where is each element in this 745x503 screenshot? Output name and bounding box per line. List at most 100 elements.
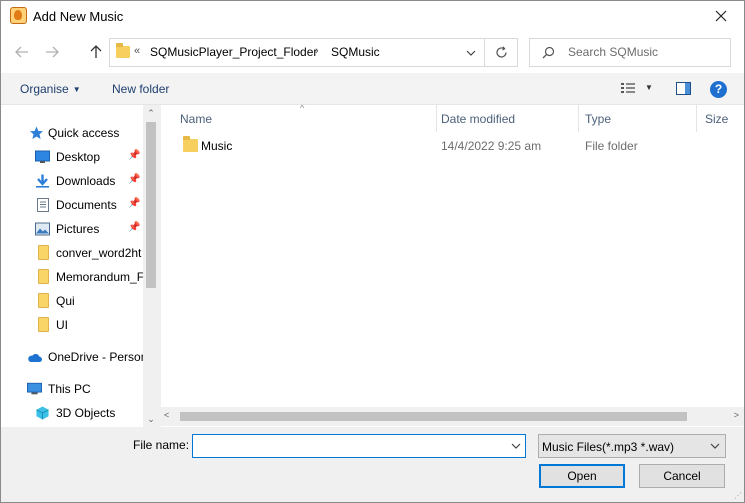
file-type-filter-value: Music Files(*.mp3 *.wav) [542, 440, 675, 454]
documents-icon [37, 198, 49, 212]
sidebar-item-downloads[interactable]: Downloads 📌 [1, 169, 143, 193]
title-bar: Add New Music [1, 1, 744, 31]
help-icon: ? [714, 82, 723, 96]
folder-icon [38, 317, 49, 332]
add-new-music-dialog: Add New Music « SQMusicPlayer_Project_Fl… [0, 0, 745, 503]
folder-icon [38, 293, 49, 308]
up-button[interactable] [86, 42, 106, 62]
file-name-input[interactable] [195, 437, 495, 455]
search-input[interactable] [568, 45, 723, 59]
close-button[interactable] [698, 1, 744, 31]
sidebar-item-documents[interactable]: Documents 📌 [1, 193, 143, 217]
scrollbar-thumb[interactable] [146, 122, 156, 288]
desktop-icon [35, 150, 50, 163]
command-bar: Organise ▼ New folder ▼ ? [1, 73, 744, 105]
forward-button[interactable] [42, 42, 62, 62]
column-divider[interactable] [578, 105, 579, 132]
sidebar-item-quick-access[interactable]: Quick access [1, 121, 143, 145]
scroll-right-icon[interactable]: > [734, 410, 739, 420]
sidebar-item-folder[interactable]: conver_word2ht [1, 241, 143, 265]
pin-icon: 📌 [128, 150, 141, 161]
file-type-filter-select[interactable]: Music Files(*.mp3 *.wav) [538, 434, 726, 458]
sidebar-item-desktop[interactable]: Desktop 📌 [1, 145, 143, 169]
chevron-down-icon [466, 50, 476, 56]
divider [484, 39, 485, 66]
scroll-down-icon[interactable]: ⌄ [143, 411, 159, 427]
pin-icon: 📌 [128, 222, 141, 233]
back-button[interactable] [12, 42, 32, 62]
sidebar-item-label: Qui [56, 294, 75, 308]
sidebar-item-folder[interactable]: Memorandum_F [1, 265, 143, 289]
file-list-horizontal-scrollbar[interactable]: < > [161, 407, 744, 426]
view-options-caret-icon[interactable]: ▼ [645, 83, 653, 92]
sidebar-item-onedrive[interactable]: OneDrive - Person [1, 345, 143, 369]
navigation-pane: Quick access Desktop 📌 Downloads 📌 Docum… [1, 105, 159, 427]
column-header-name[interactable]: Name [180, 105, 212, 132]
folder-icon [38, 245, 49, 260]
breadcrumb-item[interactable]: SQMusic [331, 45, 380, 59]
refresh-button[interactable] [488, 41, 514, 64]
breadcrumb-separator[interactable]: › [315, 45, 319, 57]
sidebar-item-label: conver_word2ht [56, 246, 142, 260]
organise-label: Organise [20, 82, 69, 96]
chevron-down-icon[interactable] [511, 439, 521, 453]
cancel-button[interactable]: Cancel [639, 464, 725, 488]
sidebar-item-label: Quick access [48, 126, 120, 140]
sidebar-item-label: OneDrive - Person [48, 350, 143, 364]
column-header-type[interactable]: Type [585, 105, 611, 132]
sidebar-item-this-pc[interactable]: This PC [1, 377, 143, 401]
star-icon [30, 126, 43, 139]
address-bar[interactable]: « SQMusicPlayer_Project_Floder › SQMusic [109, 38, 518, 67]
app-music-icon [10, 7, 27, 24]
sidebar-item-pictures[interactable]: Pictures 📌 [1, 217, 143, 241]
sidebar-item-3d-objects[interactable]: 3D Objects [1, 401, 143, 425]
help-button[interactable]: ? [710, 81, 727, 98]
sidebar-item-folder[interactable]: Qui [1, 289, 143, 313]
sidebar-item-label: 3D Objects [56, 406, 116, 420]
sidebar-item-label: Documents [56, 198, 117, 212]
download-icon [36, 174, 49, 188]
pictures-icon [35, 222, 50, 236]
breadcrumb-item[interactable]: SQMusicPlayer_Project_Floder [150, 45, 317, 59]
preview-pane-button[interactable] [676, 82, 691, 95]
table-row[interactable]: Music 14/4/2022 9:25 am File folder [163, 135, 743, 157]
file-list: ^ Name Date modified Type Size Music 14/… [161, 105, 744, 427]
sidebar-item-label: Memorandum_F [56, 270, 143, 284]
open-button[interactable]: Open [539, 464, 625, 488]
new-folder-button[interactable]: New folder [112, 82, 169, 96]
file-date-modified: 14/4/2022 9:25 am [441, 139, 542, 153]
sidebar-item-label: This PC [48, 382, 91, 396]
sidebar-item-label: Desktop [56, 150, 101, 164]
breadcrumb-overflow[interactable]: « [134, 45, 140, 57]
column-header-date-modified[interactable]: Date modified [441, 105, 515, 132]
sidebar-item-label: Downloads [56, 174, 116, 188]
address-history-dropdown[interactable] [460, 41, 482, 64]
search-icon [542, 46, 555, 59]
dialog-footer: File name: Music Files(*.mp3 *.wav) Open… [1, 427, 744, 502]
organise-menu-button[interactable]: Organise ▼ [20, 82, 81, 96]
up-arrow-icon [90, 45, 102, 58]
close-icon [715, 10, 727, 22]
column-divider[interactable] [436, 105, 437, 132]
column-header-size[interactable]: Size [705, 105, 728, 132]
pin-icon: 📌 [128, 174, 141, 185]
sidebar-item-folder[interactable]: UI [1, 313, 143, 337]
scrollbar-thumb[interactable] [180, 412, 687, 421]
scroll-up-icon[interactable]: ⌃ [143, 105, 159, 121]
view-options-button[interactable] [620, 82, 636, 97]
caret-down-icon: ▼ [72, 85, 81, 94]
computer-icon [27, 382, 42, 395]
scroll-left-icon[interactable]: < [164, 410, 169, 420]
forward-arrow-icon [46, 46, 59, 58]
resize-grip-icon[interactable]: ⋰ [734, 491, 742, 500]
3d-objects-icon [36, 406, 49, 420]
folder-icon [116, 43, 130, 58]
navigation-pane-scrollbar[interactable]: ⌃ ⌄ [143, 105, 159, 427]
search-box[interactable] [529, 38, 731, 67]
file-name-label: File name: [133, 438, 190, 452]
sidebar-item-label: Pictures [56, 222, 100, 236]
column-divider[interactable] [696, 105, 697, 132]
folder-icon [183, 136, 198, 152]
file-name-combobox[interactable] [192, 434, 526, 458]
view-options-icon [621, 83, 635, 93]
